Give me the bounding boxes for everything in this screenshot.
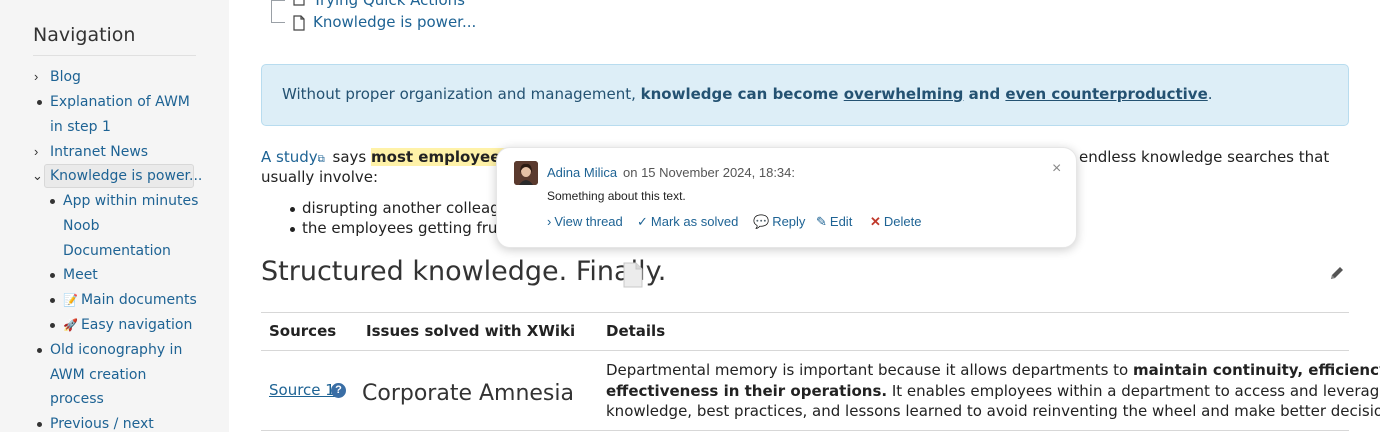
bullet-icon xyxy=(37,348,42,353)
pencil-icon: ✎ xyxy=(816,214,827,229)
info-text: Without proper organization and manageme… xyxy=(282,85,1213,103)
help-icon[interactable]: ? xyxy=(331,383,346,398)
sidebar-item-old-iconography-line2[interactable]: AWM creation xyxy=(50,363,146,388)
info-text-bold: and xyxy=(963,85,1006,103)
table-header-details: Details xyxy=(606,322,666,340)
chevron-right-icon[interactable]: › xyxy=(34,140,38,165)
comment-text: Something about this text. xyxy=(547,189,686,203)
paragraph-line1-tail: endless knowledge searches that xyxy=(1079,148,1330,166)
sidebar-item-easy-navigation[interactable]: 🚀 Easy navigation xyxy=(63,313,192,338)
navigation-title: Navigation xyxy=(33,24,136,46)
close-icon: ✕ xyxy=(870,214,881,229)
delete-button[interactable]: ✕ Delete xyxy=(870,214,921,230)
sidebar-item-label: Main documents xyxy=(80,292,197,308)
sidebar-item-app-within-minutes[interactable]: App within minutes xyxy=(63,189,198,214)
section-heading: Structured knowledge. Finally. xyxy=(261,256,667,287)
sidebar-item-intranet-news[interactable]: Intranet News xyxy=(50,140,148,165)
rocket-icon: 🚀 xyxy=(63,318,78,332)
detail-line: Departmental memory is important because… xyxy=(606,361,1380,379)
tree-connector xyxy=(271,22,285,23)
issue-cell: Corporate Amnesia xyxy=(362,381,574,406)
sidebar-item-noob-documentation[interactable]: Noob xyxy=(63,214,100,239)
source-link[interactable]: Source 1 xyxy=(269,381,335,399)
tree-link-current[interactable]: Knowledge is power... xyxy=(313,13,476,31)
overwhelming-link[interactable]: overwhelming xyxy=(844,85,964,103)
tree-link-prev[interactable]: Trying Quick Actions xyxy=(313,0,465,9)
bullet-icon xyxy=(290,227,295,232)
speech-bubble-icon: 💬 xyxy=(753,214,770,229)
sidebar-item-old-iconography-line3[interactable]: process xyxy=(50,387,104,412)
table-header-issues: Issues solved with XWiki xyxy=(366,322,576,340)
sidebar-item-explanation-line2[interactable]: in step 1 xyxy=(50,115,111,140)
table-border xyxy=(261,430,1349,431)
bullet-icon xyxy=(50,199,55,204)
info-text-bold: knowledge can become xyxy=(640,85,844,103)
counterproductive-link[interactable]: even counterproductive xyxy=(1005,85,1207,103)
paragraph-text: says xyxy=(327,148,372,166)
action-label: Delete xyxy=(883,214,922,229)
bullet-icon xyxy=(37,100,42,105)
memo-icon: 📝 xyxy=(63,293,78,307)
check-icon: ✓ xyxy=(637,214,648,229)
document-icon xyxy=(623,262,643,288)
sidebar-item-old-iconography[interactable]: Old iconography in xyxy=(50,338,182,363)
detail-line: effectiveness in their operations. It en… xyxy=(606,382,1380,400)
action-label: Reply xyxy=(772,214,806,229)
sidebar-item-label: Easy navigation xyxy=(80,317,193,333)
sidebar-item-knowledge[interactable]: Knowledge is power... xyxy=(50,164,202,189)
bullet-item: the employees getting frustra xyxy=(302,219,527,237)
info-box: Without proper organization and manageme… xyxy=(261,64,1349,126)
detail-text: It enables employees within a department… xyxy=(887,382,1380,400)
sidebar-item-noob-documentation-line2[interactable]: Documentation xyxy=(63,239,171,264)
bullet-icon xyxy=(50,323,55,328)
comment-date: on 15 November 2024, 18:34: xyxy=(623,165,796,180)
paragraph-line2: usually involve: xyxy=(261,168,379,186)
external-link-icon: ⧉ xyxy=(317,154,325,165)
chevron-right-icon: › xyxy=(547,214,552,229)
sidebar-item-previous-next[interactable]: Previous / next xyxy=(50,412,154,432)
paragraph-line1: A study⧉ says most employees us xyxy=(261,148,535,166)
view-thread-button[interactable]: › View thread xyxy=(547,214,623,229)
divider xyxy=(33,55,196,56)
document-icon xyxy=(293,0,305,6)
detail-bold: effectiveness in their operations. xyxy=(606,382,888,400)
bullet-icon xyxy=(37,422,42,427)
bullet-item: disrupting another colleague xyxy=(302,199,519,217)
bullet-icon xyxy=(50,273,55,278)
sidebar-item-main-documents[interactable]: 📝 Main documents xyxy=(63,288,197,313)
document-icon xyxy=(293,15,305,31)
edit-button[interactable]: ✎ Edit xyxy=(816,214,852,230)
study-link[interactable]: A study xyxy=(261,148,318,166)
table-border xyxy=(261,312,1349,313)
sidebar-item-blog[interactable]: Blog xyxy=(50,65,81,90)
avatar xyxy=(514,161,538,185)
chevron-down-icon[interactable]: ⌄ xyxy=(32,164,43,189)
info-text-end: . xyxy=(1207,85,1213,103)
sidebar-item-meet[interactable]: Meet xyxy=(63,263,98,288)
tree-connector xyxy=(271,0,272,23)
pencil-icon[interactable] xyxy=(1328,264,1346,282)
bullet-icon xyxy=(290,207,295,212)
comment-author[interactable]: Adina Milica xyxy=(547,165,617,180)
table-header-sources: Sources xyxy=(269,322,337,340)
mark-solved-button[interactable]: ✓ Mark as solved xyxy=(637,214,738,230)
tree-connector xyxy=(271,0,285,1)
detail-bold: maintain continuity, efficiency, and xyxy=(1133,361,1380,379)
action-label: Edit xyxy=(829,214,853,229)
sidebar-navigation: Navigation › Blog Explanation of AWM in … xyxy=(0,0,229,432)
comment-popup: Adina Milica on 15 November 2024, 18:34:… xyxy=(496,147,1077,248)
action-label: View thread xyxy=(554,214,623,229)
reply-button[interactable]: 💬 Reply xyxy=(753,214,805,230)
action-label: Mark as solved xyxy=(650,214,739,229)
info-text-part: Without proper organization and manageme… xyxy=(282,85,641,103)
sidebar-item-explanation[interactable]: Explanation of AWM xyxy=(50,90,190,115)
detail-line: knowledge, best practices, and lessons l… xyxy=(606,402,1380,420)
close-icon[interactable]: × xyxy=(1052,160,1061,178)
chevron-right-icon[interactable]: › xyxy=(34,65,38,90)
detail-text: Departmental memory is important because… xyxy=(606,361,1133,379)
table-border xyxy=(261,350,1349,351)
bullet-icon xyxy=(50,298,55,303)
